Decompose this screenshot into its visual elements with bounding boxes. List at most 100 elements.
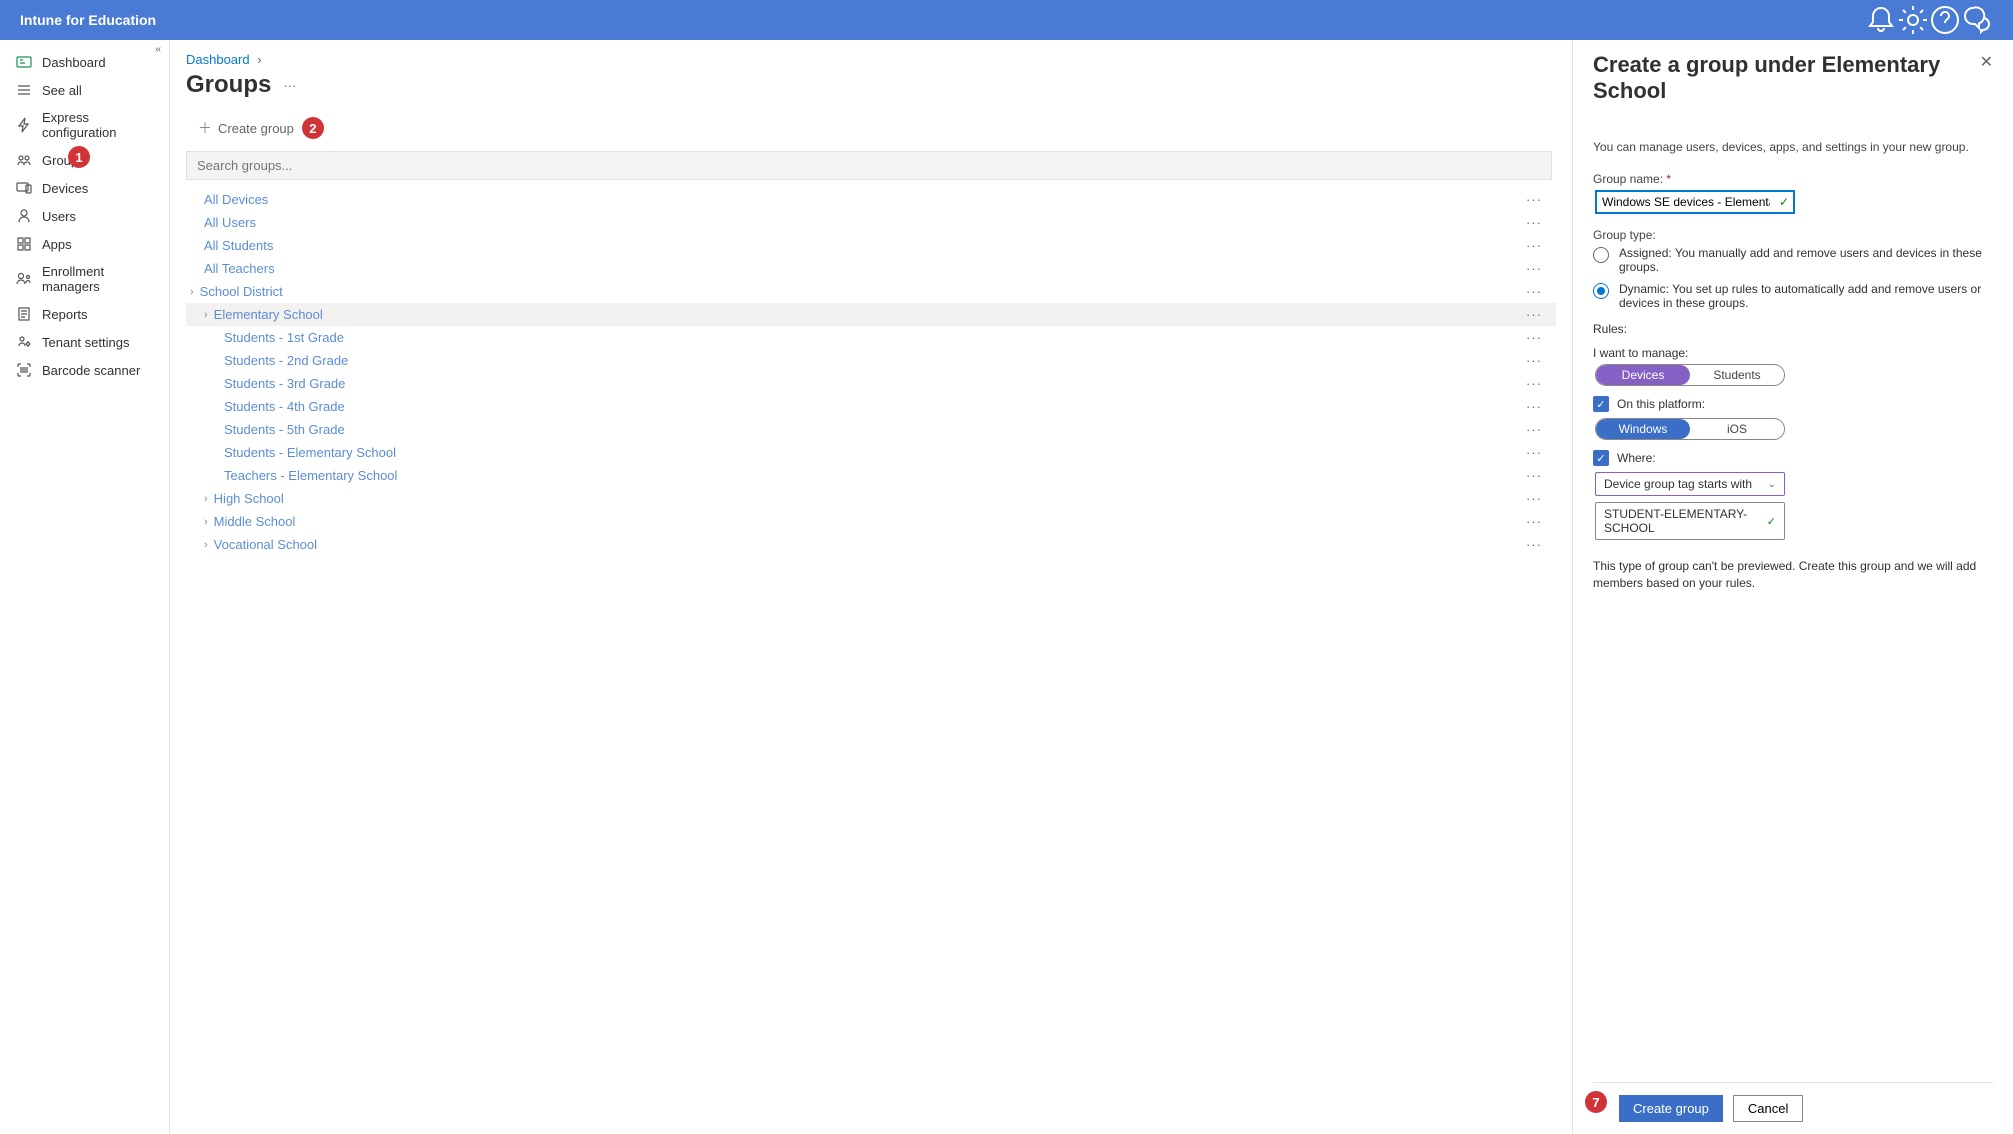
manage-toggle[interactable]: Devices Students [1595, 364, 1785, 386]
tree-item-elementary[interactable]: Elementary School [214, 307, 323, 322]
tree-item-all-users[interactable]: All Users [186, 215, 256, 230]
chevron-right-icon[interactable]: › [190, 286, 194, 298]
nav-label: Reports [42, 307, 88, 322]
row-more-icon[interactable]: ··· [1526, 238, 1550, 253]
row-more-icon[interactable]: ··· [1526, 192, 1550, 207]
row-more-icon[interactable]: ··· [1526, 468, 1550, 483]
apps-icon [16, 236, 32, 252]
check-icon: ✓ [1767, 515, 1776, 528]
radio-dynamic-text: Dynamic: You set up rules to automatical… [1619, 282, 1993, 310]
tree-item-grade5[interactable]: Students - 5th Grade [186, 422, 345, 437]
chevron-right-icon[interactable]: › [204, 516, 208, 528]
row-more-icon[interactable]: ··· [1526, 514, 1550, 529]
nav-dashboard[interactable]: Dashboard [0, 48, 169, 76]
rules-label: Rules: [1593, 322, 1993, 336]
breadcrumb: Dashboard › [186, 52, 1556, 67]
nav-label: See all [42, 83, 82, 98]
where-condition-dropdown[interactable]: Device group tag starts with ⌄ [1595, 472, 1785, 496]
user-icon [16, 208, 32, 224]
main-content: Dashboard › Groups ··· ＋ Create group 2 … [170, 40, 1573, 1134]
tree-item-grade1[interactable]: Students - 1st Grade [186, 330, 344, 345]
nav-groups[interactable]: Groups 1 [0, 146, 169, 174]
tree-item-school-district[interactable]: School District [200, 284, 283, 299]
row-more-icon[interactable]: ··· [1526, 376, 1550, 391]
tree-item-grade2[interactable]: Students - 2nd Grade [186, 353, 348, 368]
tree-item-grade4[interactable]: Students - 4th Grade [186, 399, 345, 414]
sidebar: « Dashboard See all Express configuratio… [0, 40, 170, 1134]
tree-item-all-students[interactable]: All Students [186, 238, 273, 253]
nav-barcode[interactable]: Barcode scanner [0, 356, 169, 384]
annotation-7: 7 [1585, 1091, 1607, 1113]
radio-dynamic[interactable]: Dynamic: You set up rules to automatical… [1593, 282, 1993, 310]
create-group-submit-button[interactable]: Create group [1619, 1095, 1723, 1122]
radio-icon[interactable] [1593, 247, 1609, 263]
chevron-right-icon[interactable]: › [204, 539, 208, 551]
row-more-icon[interactable]: ··· [1526, 537, 1550, 552]
feedback-icon[interactable] [1961, 4, 1993, 36]
row-more-icon[interactable]: ··· [1526, 353, 1550, 368]
tree-item-all-teachers[interactable]: All Teachers [186, 261, 275, 276]
tree-item-grade3[interactable]: Students - 3rd Grade [186, 376, 345, 391]
search-groups-input[interactable] [186, 151, 1552, 180]
platform-toggle[interactable]: Windows iOS [1595, 418, 1785, 440]
notifications-icon[interactable] [1865, 4, 1897, 36]
tree-item-middle[interactable]: Middle School [214, 514, 296, 529]
tree-item-high[interactable]: High School [214, 491, 284, 506]
radio-assigned[interactable]: Assigned: You manually add and remove us… [1593, 246, 1993, 274]
annotation-2: 2 [302, 117, 324, 139]
enrollment-icon [16, 271, 32, 287]
check-icon: ✓ [1779, 195, 1789, 209]
tree-item-students-elem[interactable]: Students - Elementary School [186, 445, 396, 460]
top-bar: Intune for Education [0, 0, 2013, 40]
tree-item-teachers-elem[interactable]: Teachers - Elementary School [186, 468, 397, 483]
row-more-icon[interactable]: ··· [1526, 422, 1550, 437]
help-icon[interactable] [1929, 4, 1961, 36]
nav-enrollment[interactable]: Enrollment managers [0, 258, 169, 300]
row-more-icon[interactable]: ··· [1526, 215, 1550, 230]
dashboard-icon [16, 54, 32, 70]
cancel-button[interactable]: Cancel [1733, 1095, 1803, 1122]
create-group-button[interactable]: ＋ Create group [198, 118, 294, 138]
toggle-windows[interactable]: Windows [1596, 419, 1690, 439]
page-more-icon[interactable]: ··· [283, 78, 296, 93]
nav-apps[interactable]: Apps [0, 230, 169, 258]
chevron-right-icon[interactable]: › [204, 493, 208, 505]
row-more-icon[interactable]: ··· [1526, 307, 1550, 322]
row-more-icon[interactable]: ··· [1526, 284, 1550, 299]
where-value-input[interactable]: STUDENT-ELEMENTARY-SCHOOL ✓ [1595, 502, 1785, 540]
nav-label: Tenant settings [42, 335, 129, 350]
row-more-icon[interactable]: ··· [1526, 445, 1550, 460]
platform-label: On this platform: [1617, 397, 1705, 411]
panel-title: Create a group under Elementary School [1593, 52, 1980, 104]
where-label: Where: [1617, 451, 1656, 465]
group-name-input[interactable] [1595, 190, 1795, 214]
row-more-icon[interactable]: ··· [1526, 261, 1550, 276]
nav-tenant[interactable]: Tenant settings [0, 328, 169, 356]
tree-item-vocational[interactable]: Vocational School [214, 537, 317, 552]
toggle-students[interactable]: Students [1690, 365, 1784, 385]
close-icon[interactable]: ✕ [1980, 52, 1993, 72]
settings-icon[interactable] [1897, 4, 1929, 36]
platform-checkbox[interactable]: ✓ [1593, 396, 1609, 412]
nav-users[interactable]: Users [0, 202, 169, 230]
toggle-devices[interactable]: Devices [1596, 365, 1690, 385]
where-checkbox[interactable]: ✓ [1593, 450, 1609, 466]
brand-title: Intune for Education [20, 12, 156, 28]
nav-devices[interactable]: Devices [0, 174, 169, 202]
radio-icon[interactable] [1593, 283, 1609, 299]
row-more-icon[interactable]: ··· [1526, 330, 1550, 345]
nav-express-config[interactable]: Express configuration [0, 104, 169, 146]
row-more-icon[interactable]: ··· [1526, 399, 1550, 414]
chevron-right-icon[interactable]: › [204, 309, 208, 321]
tree-item-all-devices[interactable]: All Devices [186, 192, 268, 207]
row-more-icon[interactable]: ··· [1526, 491, 1550, 506]
nav-label: Devices [42, 181, 88, 196]
page-title: Groups [186, 71, 271, 99]
toggle-ios[interactable]: iOS [1690, 419, 1784, 439]
nav-label: Dashboard [42, 55, 106, 70]
nav-see-all[interactable]: See all [0, 76, 169, 104]
bolt-icon [16, 117, 32, 133]
groups-icon [16, 152, 32, 168]
nav-reports[interactable]: Reports [0, 300, 169, 328]
breadcrumb-item[interactable]: Dashboard [186, 52, 250, 67]
